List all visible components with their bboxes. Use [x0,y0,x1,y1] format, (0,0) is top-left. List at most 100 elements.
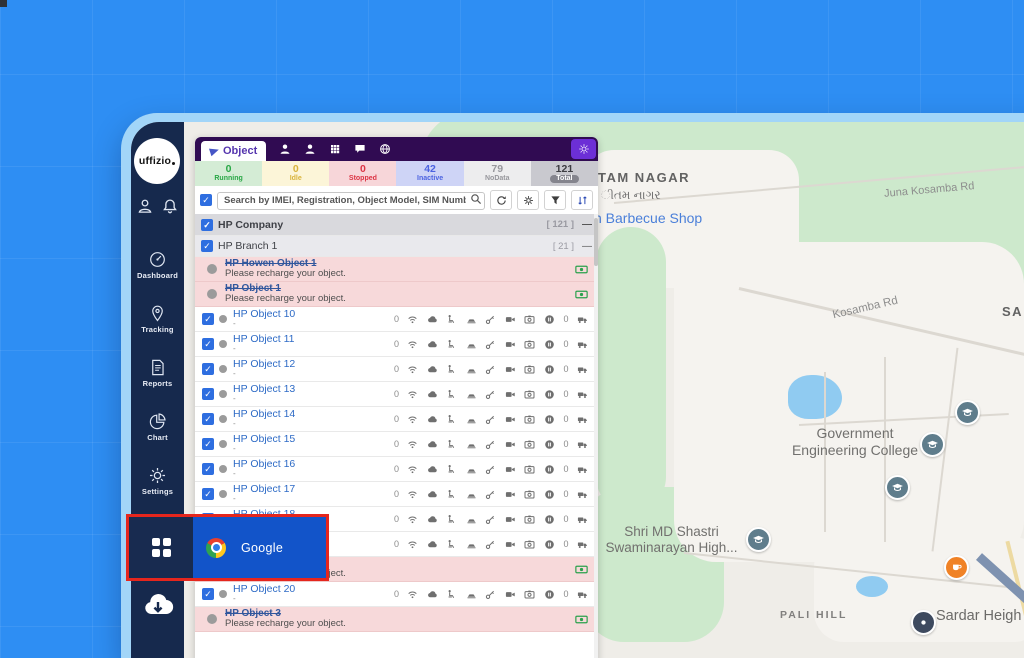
object-row[interactable]: ✓ HP Object 20 - 0 0 [195,582,598,607]
filter-button[interactable] [544,190,566,210]
object-checkbox[interactable]: ✓ [202,413,214,425]
object-row-expired[interactable]: HP Object 3 Please recharge your object. [195,607,598,632]
collapse-icon[interactable]: — [582,241,592,252]
object-name[interactable]: HP Object 17 [233,484,341,495]
ignition-key-icon[interactable] [485,439,496,450]
playback-icon[interactable] [544,489,555,500]
seat-icon[interactable] [446,389,457,400]
object-row[interactable]: ✓ HP Object 11 - 0 0 [195,332,598,357]
video-camera-icon[interactable] [505,339,516,350]
ignition-key-icon[interactable] [485,589,496,600]
signal-icon[interactable] [407,464,418,475]
search-input[interactable] [217,192,485,210]
recharge-icon[interactable] [575,263,588,276]
recharge-icon[interactable] [575,613,588,626]
object-row[interactable]: ✓ HP Object 17 - 0 0 [195,482,598,507]
scrollbar-thumb[interactable] [594,218,598,266]
vehicle-icon[interactable] [577,589,588,600]
video-camera-icon[interactable] [505,389,516,400]
video-camera-icon[interactable] [505,439,516,450]
ignition-key-icon[interactable] [485,464,496,475]
vehicle-icon[interactable] [577,489,588,500]
object-row-expired[interactable]: HP Howen Object 1 Please recharge your o… [195,257,598,282]
status-running[interactable]: 0Running [195,161,262,186]
cloud-icon[interactable] [427,514,438,525]
object-row[interactable]: ✓ HP Object 13 - 0 0 [195,382,598,407]
object-row[interactable]: ✓ HP Object 15 - 0 0 [195,432,598,457]
signal-icon[interactable] [407,389,418,400]
photo-camera-icon[interactable] [524,464,535,475]
seat-icon[interactable] [446,339,457,350]
playback-icon[interactable] [544,439,555,450]
seat-icon[interactable] [446,314,457,325]
object-checkbox[interactable]: ✓ [202,313,214,325]
sidebar-item-tracking[interactable]: Tracking [131,304,184,334]
vehicle-icon[interactable] [577,414,588,425]
ignition-key-icon[interactable] [485,414,496,425]
video-camera-icon[interactable] [505,314,516,325]
door-icon[interactable] [466,589,477,600]
vehicle-icon[interactable] [577,364,588,375]
status-inactive[interactable]: 42Inactive [396,161,463,186]
object-name[interactable]: HP Object 14 [233,409,341,420]
cloud-icon[interactable] [427,439,438,450]
uffizio-logo[interactable]: uffizio [134,138,180,184]
ignition-key-icon[interactable] [485,514,496,525]
seat-icon[interactable] [446,514,457,525]
video-camera-icon[interactable] [505,414,516,425]
network-icon[interactable] [379,143,391,155]
tree-row-branch[interactable]: ✓ HP Branch 1 [ 21 ] — [195,236,598,257]
tab-object[interactable]: Object [201,141,266,161]
vehicle-icon[interactable] [577,514,588,525]
vehicle-icon[interactable] [577,439,588,450]
cloud-icon[interactable] [427,389,438,400]
seat-icon[interactable] [446,589,457,600]
door-icon[interactable] [466,514,477,525]
playback-icon[interactable] [544,339,555,350]
signal-icon[interactable] [407,414,418,425]
playback-icon[interactable] [544,539,555,550]
sort-button[interactable] [571,190,593,210]
cloud-icon[interactable] [427,414,438,425]
ignition-key-icon[interactable] [485,314,496,325]
cloud-icon[interactable] [427,364,438,375]
object-checkbox[interactable]: ✓ [202,463,214,475]
status-total[interactable]: 121Total [531,161,598,186]
photo-camera-icon[interactable] [524,514,535,525]
signal-icon[interactable] [407,439,418,450]
signal-icon[interactable] [407,514,418,525]
vehicle-icon[interactable] [577,314,588,325]
signal-icon[interactable] [407,589,418,600]
branch-checkbox[interactable]: ✓ [201,240,213,252]
bell-icon[interactable] [162,198,178,214]
cloud-icon[interactable] [427,489,438,500]
assets-icon[interactable] [329,143,341,155]
video-camera-icon[interactable] [505,539,516,550]
playback-icon[interactable] [544,389,555,400]
seat-icon[interactable] [446,364,457,375]
object-row-expired[interactable]: HP Object 1 Please recharge your object. [195,282,598,307]
photo-camera-icon[interactable] [524,314,535,325]
cloud-download-icon[interactable] [142,590,174,625]
cloud-icon[interactable] [427,464,438,475]
object-name[interactable]: HP Object 20 [233,584,341,595]
select-all-checkbox[interactable]: ✓ [200,194,212,206]
status-stopped[interactable]: 0Stopped [329,161,396,186]
seat-icon[interactable] [446,539,457,550]
chat-icon[interactable] [354,143,366,155]
vehicle-icon[interactable] [577,539,588,550]
ignition-key-icon[interactable] [485,389,496,400]
signal-icon[interactable] [407,364,418,375]
apps-button[interactable] [129,517,193,578]
object-name[interactable]: HP Object 10 [233,309,341,320]
seat-icon[interactable] [446,439,457,450]
scrollbar[interactable] [594,214,598,658]
object-name[interactable]: HP Object 16 [233,459,341,470]
object-checkbox[interactable]: ✓ [202,338,214,350]
object-name[interactable]: HP Object 15 [233,434,341,445]
object-checkbox[interactable]: ✓ [202,588,214,600]
object-row[interactable]: ✓ HP Object 16 - 0 0 [195,457,598,482]
collapse-icon[interactable]: — [582,219,592,230]
status-nodata[interactable]: 79NoData [464,161,531,186]
sidebar-item-reports[interactable]: Reports [131,358,184,388]
